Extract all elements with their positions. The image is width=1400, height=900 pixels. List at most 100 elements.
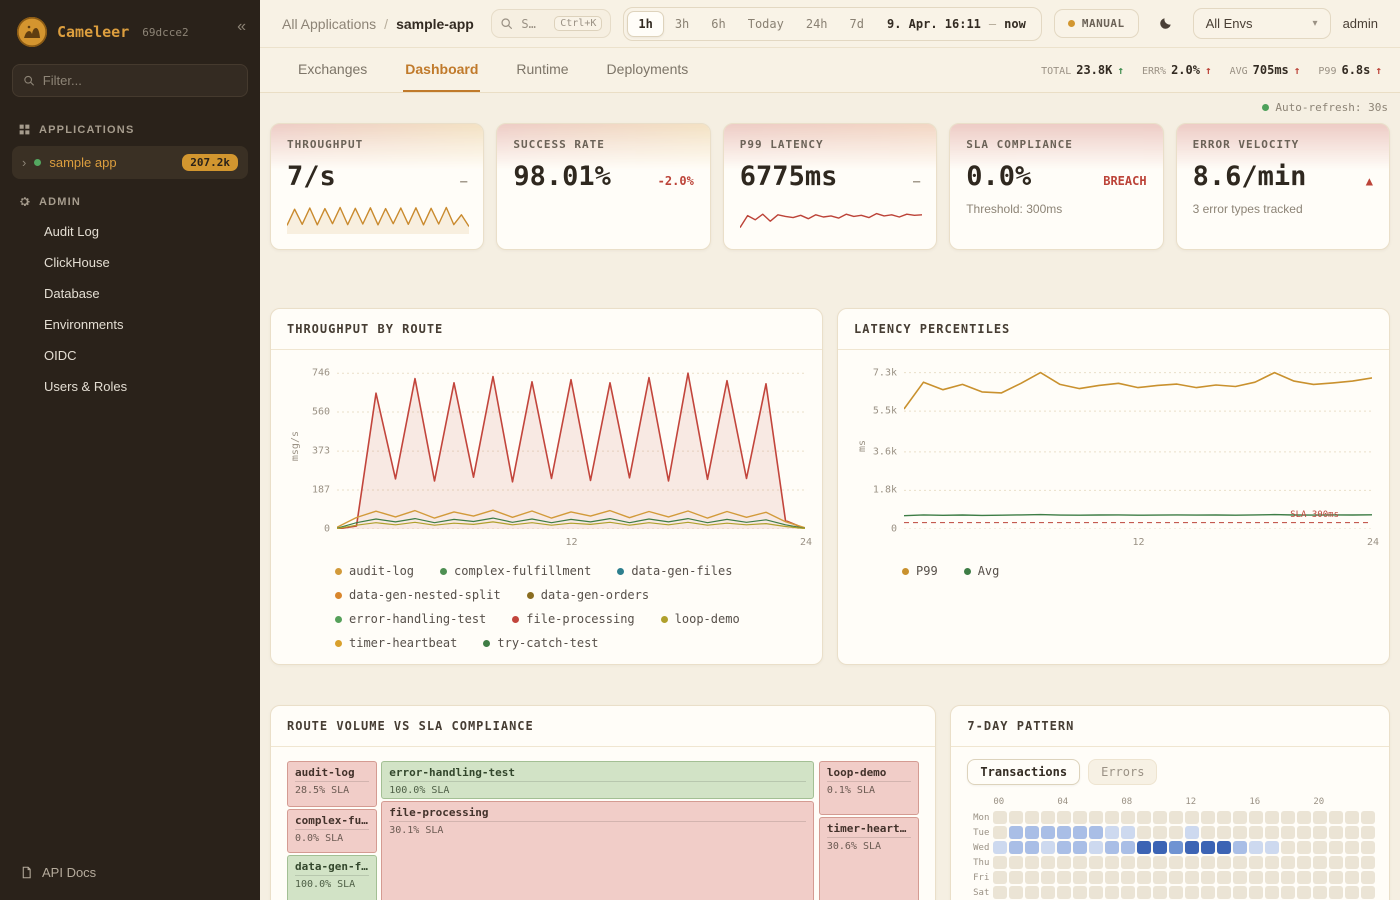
heatmap-cell[interactable] xyxy=(993,811,1007,824)
heatmap-cell[interactable] xyxy=(1297,811,1311,824)
heatmap-cell[interactable] xyxy=(1057,856,1071,869)
sidebar-item-audit-log[interactable]: Audit Log xyxy=(38,216,248,247)
time-range-7d[interactable]: 7d xyxy=(839,11,875,37)
heatmap-cell[interactable] xyxy=(1345,856,1359,869)
heatmap-cell[interactable] xyxy=(1089,886,1103,899)
heatmap-cell[interactable] xyxy=(1041,841,1055,854)
heatmap-cell[interactable] xyxy=(1089,826,1103,839)
toggle-transactions[interactable]: Transactions xyxy=(967,759,1080,785)
heatmap-cell[interactable] xyxy=(1233,826,1247,839)
theme-toggle-button[interactable] xyxy=(1151,9,1181,39)
heatmap-cell[interactable] xyxy=(1329,886,1343,899)
heatmap-cell[interactable] xyxy=(1265,856,1279,869)
heatmap-cell[interactable] xyxy=(1345,826,1359,839)
heatmap-cell[interactable] xyxy=(1185,886,1199,899)
heatmap-cell[interactable] xyxy=(1217,826,1231,839)
heatmap-cell[interactable] xyxy=(1153,886,1167,899)
heatmap-cell[interactable] xyxy=(1025,871,1039,884)
global-search[interactable]: S… Ctrl+K xyxy=(491,9,611,38)
treemap-cell-audit-log[interactable]: audit-log28.5% SLA xyxy=(287,761,377,807)
heatmap-cell[interactable] xyxy=(1121,841,1135,854)
heatmap-cell[interactable] xyxy=(1201,871,1215,884)
heatmap-cell[interactable] xyxy=(1313,871,1327,884)
breadcrumb-all-applications[interactable]: All Applications xyxy=(282,16,376,32)
time-range-3h[interactable]: 3h xyxy=(664,11,700,37)
heatmap-cell[interactable] xyxy=(1297,871,1311,884)
heatmap-cell[interactable] xyxy=(1345,886,1359,899)
legend-item-file-processing[interactable]: file-processing xyxy=(512,612,634,626)
heatmap-cell[interactable] xyxy=(1089,871,1103,884)
heatmap-cell[interactable] xyxy=(1281,856,1295,869)
heatmap-cell[interactable] xyxy=(1201,841,1215,854)
heatmap-cell[interactable] xyxy=(1073,856,1087,869)
heatmap-cell[interactable] xyxy=(1153,841,1167,854)
heatmap-cell[interactable] xyxy=(1153,871,1167,884)
heatmap-cell[interactable] xyxy=(1329,841,1343,854)
heatmap-cell[interactable] xyxy=(1281,826,1295,839)
heatmap-cell[interactable] xyxy=(993,841,1007,854)
heatmap-cell[interactable] xyxy=(1169,871,1183,884)
legend-item-p99[interactable]: P99 xyxy=(902,564,938,578)
heatmap-cell[interactable] xyxy=(1169,886,1183,899)
heatmap-cell[interactable] xyxy=(1265,841,1279,854)
heatmap-cell[interactable] xyxy=(1009,856,1023,869)
sidebar-item-sample-app[interactable]: › sample app 207.2k xyxy=(12,146,248,179)
heatmap-cell[interactable] xyxy=(1121,826,1135,839)
treemap-cell-data-gen-files[interactable]: data-gen-files100.0% SLA xyxy=(287,855,377,900)
heatmap-cell[interactable] xyxy=(1121,856,1135,869)
heatmap-cell[interactable] xyxy=(1169,841,1183,854)
heatmap-cell[interactable] xyxy=(1041,886,1055,899)
time-range-6h[interactable]: 6h xyxy=(700,11,736,37)
heatmap-cell[interactable] xyxy=(1105,871,1119,884)
heatmap-cell[interactable] xyxy=(1297,856,1311,869)
heatmap-cell[interactable] xyxy=(1105,841,1119,854)
env-select[interactable]: All Envs ▾ xyxy=(1193,8,1331,39)
heatmap-cell[interactable] xyxy=(1025,841,1039,854)
heatmap-cell[interactable] xyxy=(1153,856,1167,869)
toggle-errors[interactable]: Errors xyxy=(1088,759,1157,785)
heatmap-cell[interactable] xyxy=(1073,826,1087,839)
heatmap-cell[interactable] xyxy=(1025,856,1039,869)
heatmap-cell[interactable] xyxy=(1361,841,1375,854)
heatmap-cell[interactable] xyxy=(1265,871,1279,884)
heatmap-cell[interactable] xyxy=(1089,841,1103,854)
heatmap-cell[interactable] xyxy=(1025,826,1039,839)
sidebar-item-oidc[interactable]: OIDC xyxy=(38,340,248,371)
legend-item-data-gen-files[interactable]: data-gen-files xyxy=(617,564,732,578)
heatmap-cell[interactable] xyxy=(1217,886,1231,899)
heatmap-cell[interactable] xyxy=(1137,826,1151,839)
heatmap-cell[interactable] xyxy=(1009,871,1023,884)
heatmap-cell[interactable] xyxy=(1137,841,1151,854)
heatmap-cell[interactable] xyxy=(1361,871,1375,884)
heatmap-cell[interactable] xyxy=(1313,856,1327,869)
heatmap-cell[interactable] xyxy=(1361,811,1375,824)
heatmap-cell[interactable] xyxy=(1233,841,1247,854)
heatmap-cell[interactable] xyxy=(1313,886,1327,899)
time-range-today[interactable]: Today xyxy=(737,11,795,37)
heatmap-cell[interactable] xyxy=(1137,811,1151,824)
sidebar-item-environments[interactable]: Environments xyxy=(38,309,248,340)
heatmap-cell[interactable] xyxy=(1057,811,1071,824)
api-docs-link[interactable]: API Docs xyxy=(0,849,260,900)
treemap-cell-error-handling-test[interactable]: error-handling-test100.0% SLA xyxy=(381,761,814,799)
heatmap-cell[interactable] xyxy=(1185,856,1199,869)
heatmap-cell[interactable] xyxy=(1297,826,1311,839)
time-range-24h[interactable]: 24h xyxy=(795,11,839,37)
heatmap-cell[interactable] xyxy=(993,886,1007,899)
heatmap-cell[interactable] xyxy=(993,826,1007,839)
heatmap-cell[interactable] xyxy=(1057,886,1071,899)
legend-item-try-catch-test[interactable]: try-catch-test xyxy=(483,636,598,650)
heatmap-cell[interactable] xyxy=(1313,826,1327,839)
heatmap-cell[interactable] xyxy=(1201,856,1215,869)
heatmap-cell[interactable] xyxy=(1105,826,1119,839)
time-range-1h[interactable]: 1h xyxy=(627,11,663,37)
heatmap-cell[interactable] xyxy=(1137,871,1151,884)
refresh-mode-button[interactable]: MANUAL xyxy=(1054,9,1139,38)
heatmap-cell[interactable] xyxy=(1057,841,1071,854)
heatmap-cell[interactable] xyxy=(1233,886,1247,899)
heatmap-cell[interactable] xyxy=(1041,811,1055,824)
treemap-cell-timer-heartbeat[interactable]: timer-heartbeat30.6% SLA xyxy=(819,817,920,900)
sidebar-item-database[interactable]: Database xyxy=(38,278,248,309)
heatmap-cell[interactable] xyxy=(1185,841,1199,854)
date-range-display[interactable]: 9. Apr. 16:11 — now xyxy=(875,17,1038,31)
